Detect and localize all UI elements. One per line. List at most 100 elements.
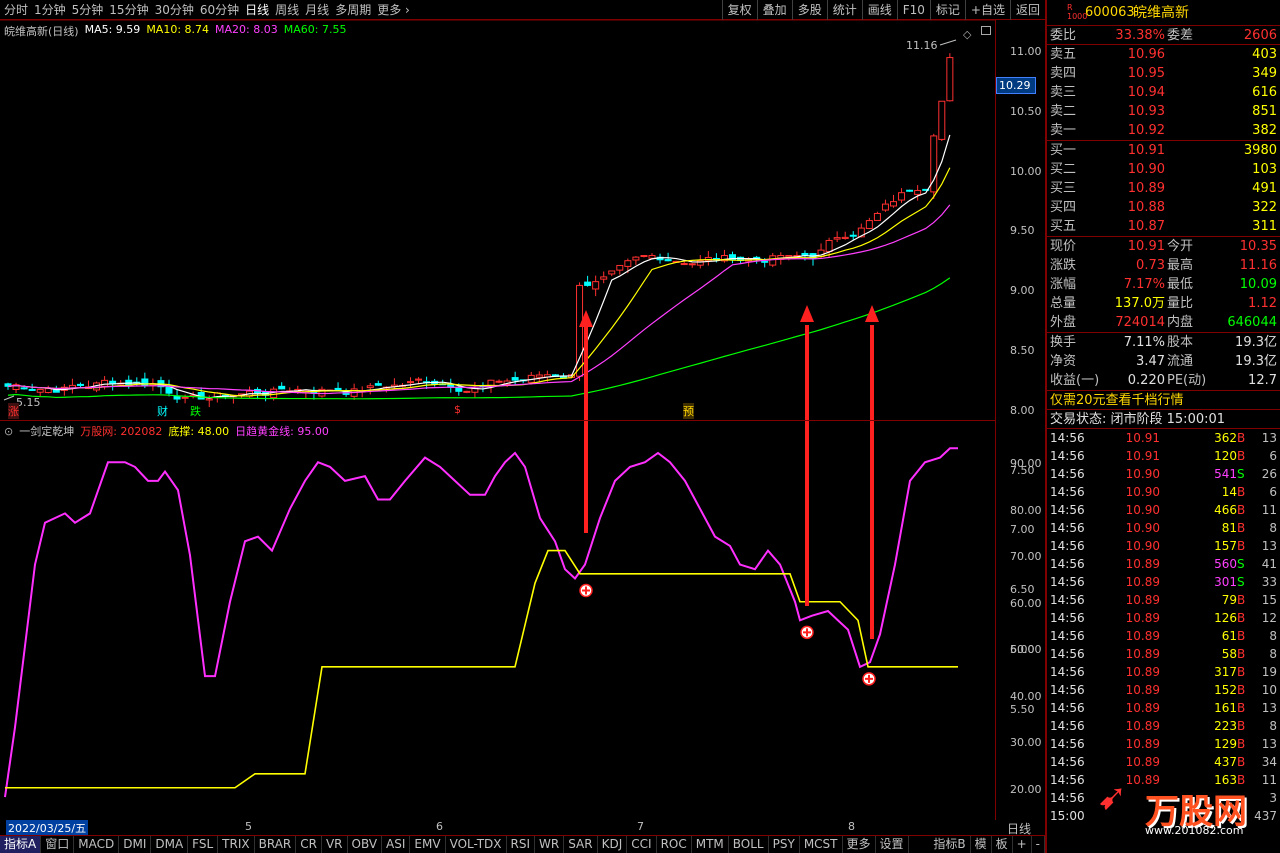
indicator-tab-17[interactable]: KDJ	[598, 836, 628, 853]
indicator-tab-23[interactable]: MCST	[800, 836, 843, 853]
bids-row[interactable]: 买五 10.87 311	[1047, 217, 1280, 236]
asks-row[interactable]: 卖二 10.93 851	[1047, 102, 1280, 121]
indicator-tab-14[interactable]: RSI	[507, 836, 536, 853]
indicator-tab-15[interactable]: WR	[535, 836, 565, 853]
marker-rise[interactable]: 涨	[8, 403, 19, 419]
tick-volume: 61	[1221, 629, 1237, 643]
tick-count: 13	[1261, 539, 1277, 553]
arrow-shaft	[584, 421, 588, 533]
toolbar-button-0[interactable]: 复权	[721, 0, 757, 20]
stock-code[interactable]: 600063	[1085, 0, 1135, 26]
asks-row[interactable]: 卖五 10.96 403	[1047, 45, 1280, 64]
marker-dividend[interactable]: $	[454, 403, 461, 416]
indicator-panel[interactable]: ⊙ 一剑定乾坤 万股网: 202082 底撑: 48.00 日趋黄金线: 95.…	[0, 420, 995, 820]
stat-value: 10.35	[1239, 239, 1277, 254]
period-tab-10[interactable]: 更多 ›	[377, 1, 410, 18]
bids-row[interactable]: 买四 10.88 322	[1047, 198, 1280, 217]
period-tab-9[interactable]: 多周期	[335, 1, 371, 18]
asks-price: 10.94	[1127, 85, 1165, 100]
toolbar-button-8[interactable]: 返回	[1009, 0, 1045, 20]
indicator-tab-0[interactable]: 指标A	[0, 836, 42, 853]
tick-row: 14:56 10.89 560 S 41	[1047, 555, 1280, 573]
indicator-tab-11[interactable]: ASI	[382, 836, 411, 853]
indicator-tab-13[interactable]: VOL-TDX	[446, 836, 507, 853]
quote-panel: R 1000 600063 皖维高新 委比 33.38% 委差 2606 卖五 10…	[1045, 0, 1280, 853]
stat-label: 最低	[1167, 277, 1194, 292]
tick-price: 10.89	[1125, 557, 1160, 571]
indicator-tab-1[interactable]: 窗口	[41, 836, 75, 853]
asks-row[interactable]: 卖三 10.94 616	[1047, 83, 1280, 102]
bids-row[interactable]: 买二 10.90 103	[1047, 160, 1280, 179]
asks-price: 10.95	[1127, 66, 1165, 81]
indicator-name[interactable]: 一剑定乾坤	[19, 423, 74, 439]
marker-fall[interactable]: 跌	[190, 403, 201, 419]
stat-value: 137.0万	[1114, 296, 1165, 311]
candle	[898, 188, 906, 203]
tick-price: 10.89	[1125, 593, 1160, 607]
candle	[914, 185, 922, 201]
indicator-tab-22[interactable]: PSY	[769, 836, 800, 853]
indicator-tab-25[interactable]: 设置	[876, 836, 909, 853]
marker-forecast[interactable]: 预	[683, 403, 694, 419]
period-tab-4[interactable]: 30分钟	[155, 1, 194, 18]
indicator-tab-2[interactable]: MACD	[74, 836, 120, 853]
indicator-tab-16[interactable]: SAR	[564, 836, 598, 853]
period-tab-1[interactable]: 1分钟	[34, 1, 66, 18]
toolbar-button-1[interactable]: 叠加	[756, 0, 792, 20]
indicator-tab-9[interactable]: VR	[322, 836, 348, 853]
bids-row[interactable]: 买一 10.91 3980	[1047, 141, 1280, 160]
promo-banner[interactable]: 仅需20元查看千档行情	[1047, 391, 1280, 410]
indicator-tab-19[interactable]: ROC	[657, 836, 692, 853]
indicator-tab-12[interactable]: EMV	[410, 836, 446, 853]
indicator-site-label: 万股网: 202082	[80, 425, 163, 438]
indicator-tab-18[interactable]: CCI	[627, 836, 657, 853]
candlestick-chart[interactable]: 皖维高新(日线) MA5: 9.59 MA10: 8.74 MA20: 8.03…	[0, 19, 995, 420]
promo-text[interactable]: 仅需20元查看千档行情	[1050, 391, 1184, 410]
indicator-tab-7[interactable]: BRAR	[255, 836, 297, 853]
indicator-tab-24[interactable]: 更多	[843, 836, 876, 853]
period-tab-5[interactable]: 60分钟	[200, 1, 239, 18]
period-tab-0[interactable]: 分时	[4, 1, 28, 18]
toolbar-button-5[interactable]: F10	[896, 0, 930, 20]
tick-count: 6	[1269, 485, 1277, 499]
window-icon[interactable]	[981, 26, 991, 35]
candlestick-plot[interactable]	[0, 19, 995, 420]
indicator-tab-5[interactable]: FSL	[188, 836, 219, 853]
period-tab-3[interactable]: 15分钟	[109, 1, 148, 18]
bids-volume: 491	[1252, 181, 1277, 196]
indicator-tab-6[interactable]: TRIX	[218, 836, 255, 853]
candle	[592, 275, 600, 297]
indicator-tab-8[interactable]: CR	[296, 836, 322, 853]
indicator-plot[interactable]	[0, 421, 995, 821]
indicator-right-button-0[interactable]: 指标B	[929, 836, 971, 853]
period-tab-2[interactable]: 5分钟	[72, 1, 104, 18]
period-tab-6[interactable]: 日线	[245, 1, 269, 18]
bids-row[interactable]: 买三 10.89 491	[1047, 179, 1280, 198]
collapse-icon[interactable]: ⊙	[4, 425, 13, 438]
toolbar-button-3[interactable]: 统计	[826, 0, 862, 20]
high-price-label: 11.16	[906, 39, 938, 52]
indicator-right-button-3[interactable]: +	[1013, 836, 1032, 853]
diamond-icon[interactable]: ◇	[963, 28, 971, 41]
period-tab-7[interactable]: 周线	[275, 1, 299, 18]
indicator-right-button-1[interactable]: 模	[971, 836, 992, 853]
indicator-right-button-4[interactable]: -	[1032, 836, 1045, 853]
candle	[656, 253, 664, 264]
indicator-right-button-2[interactable]: 板	[992, 836, 1013, 853]
asks-row[interactable]: 卖四 10.95 349	[1047, 64, 1280, 83]
tick-list[interactable]: 14:56 10.91 362 B 13 14:56 10.91 120 B 6 14:56 10.9…	[1047, 429, 1280, 825]
indicator-tab-4[interactable]: DMA	[151, 836, 189, 853]
marker-finance[interactable]: 财	[157, 403, 168, 419]
stock-name[interactable]: 皖维高新	[1133, 0, 1189, 26]
indicator-tab-21[interactable]: BOLL	[729, 836, 769, 853]
toolbar-button-6[interactable]: 标记	[929, 0, 965, 20]
asks-row[interactable]: 卖一 10.92 382	[1047, 121, 1280, 140]
tick-count: 11	[1261, 503, 1277, 517]
indicator-tab-10[interactable]: OBV	[348, 836, 383, 853]
toolbar-button-7[interactable]: +自选	[964, 0, 1010, 20]
period-tab-8[interactable]: 月线	[305, 1, 329, 18]
indicator-tab-3[interactable]: DMI	[119, 836, 152, 853]
toolbar-button-4[interactable]: 画线	[861, 0, 897, 20]
toolbar-button-2[interactable]: 多股	[791, 0, 827, 20]
indicator-tab-20[interactable]: MTM	[692, 836, 729, 853]
